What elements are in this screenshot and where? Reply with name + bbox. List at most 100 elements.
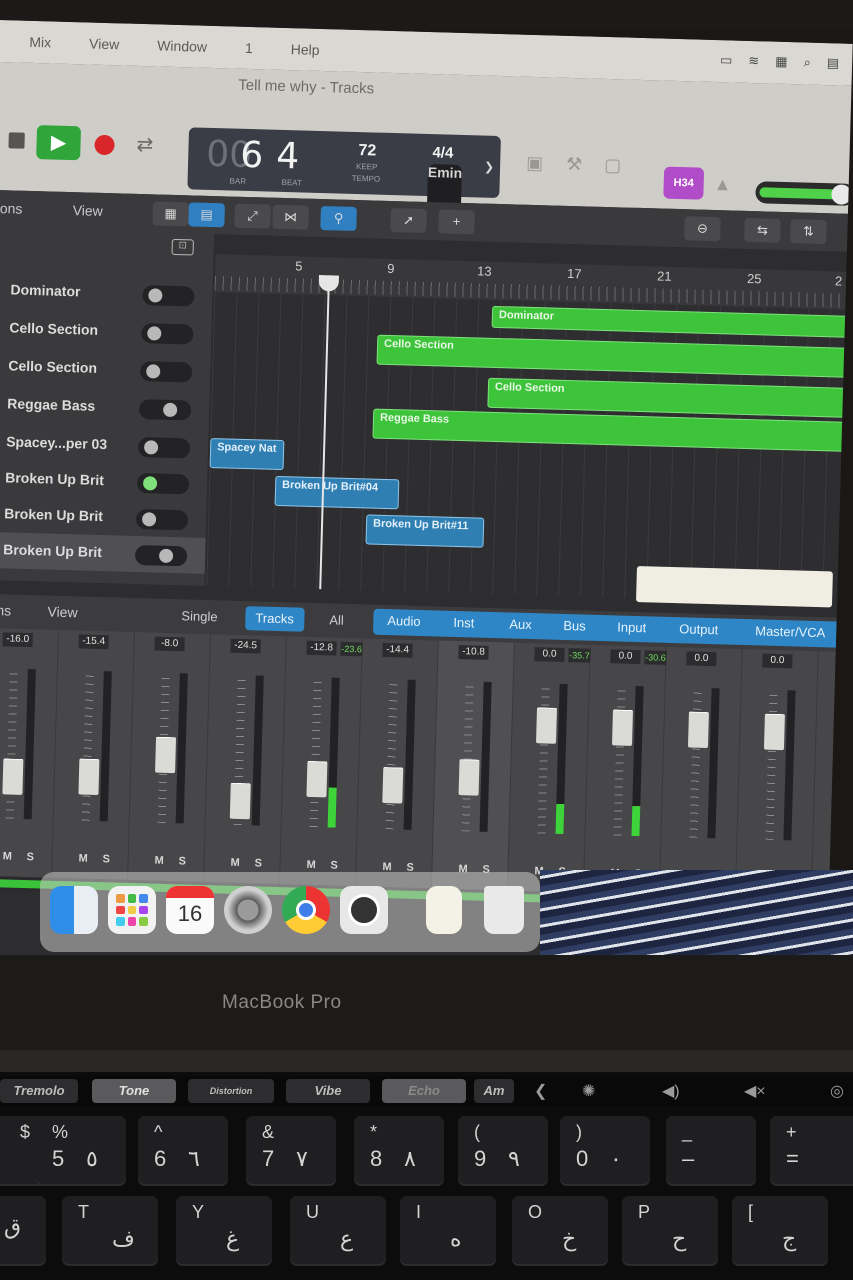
pointer-tool-button[interactable]: ➚	[390, 207, 427, 233]
edit-menu[interactable]: ions	[0, 200, 23, 217]
region[interactable]: Broken Up Brit#04	[274, 475, 400, 510]
count-in-icon[interactable]: ▢	[604, 155, 622, 176]
search-icon[interactable]: ⌕	[803, 54, 811, 70]
track-on-toggle[interactable]	[135, 508, 189, 531]
siri-icon[interactable]: ◎	[830, 1081, 844, 1101]
volume-readout[interactable]: -8.0	[154, 636, 185, 652]
zoom-button[interactable]: ⊖	[684, 216, 721, 242]
track-row[interactable]: Cello Section	[0, 310, 212, 352]
keyboard-key[interactable]: ( 9 ٩	[458, 1116, 548, 1186]
logic-pro-icon[interactable]	[340, 886, 388, 934]
filter-inst[interactable]: Inst	[453, 615, 474, 631]
volume-fader[interactable]	[306, 760, 328, 798]
launchpad-icon[interactable]	[108, 886, 156, 934]
menu-view[interactable]: View	[89, 36, 120, 53]
mute-button[interactable]: M	[154, 855, 164, 867]
list-editor-icon[interactable]: ▣	[526, 153, 544, 174]
keyboard-key[interactable]: % 5 ٥	[36, 1116, 126, 1186]
vertical-zoom-button[interactable]: ⇅	[790, 219, 827, 245]
master-volume-slider[interactable]	[755, 181, 853, 206]
track-row[interactable]: Cello Section	[0, 348, 211, 390]
track-on-toggle[interactable]	[141, 323, 194, 345]
touchbar-tremolo[interactable]: Tremolo	[0, 1079, 78, 1103]
view-menu[interactable]: View	[72, 202, 103, 219]
volume-readout[interactable]: 0.0	[762, 653, 793, 669]
keyboard-key[interactable]: _ –	[666, 1116, 756, 1186]
volume-fader[interactable]	[382, 766, 404, 804]
volume-readout[interactable]: 0.0	[686, 651, 717, 667]
tuner-icon[interactable]: ⚒	[566, 154, 583, 175]
volume-readout[interactable]: 0.0	[610, 649, 641, 665]
stop-button[interactable]	[8, 132, 25, 149]
waveform-zoom-button[interactable]: ⇆	[744, 217, 781, 243]
menu-help[interactable]: Help	[291, 41, 320, 58]
filter-master-vca[interactable]: Master/VCA	[755, 623, 825, 640]
track-row[interactable]: Spacey...per 03	[0, 424, 209, 466]
track-header-icon[interactable]: ⊡	[171, 238, 194, 256]
solo-button[interactable]: S	[178, 855, 186, 867]
volume-fader[interactable]	[78, 758, 100, 796]
document-icon[interactable]	[426, 886, 462, 934]
touchbar-echo[interactable]: Echo	[382, 1079, 466, 1103]
keyboard-key[interactable]: U ع	[290, 1196, 386, 1266]
catch-button[interactable]: ⚲	[320, 206, 357, 232]
filter-aux[interactable]: Aux	[509, 616, 532, 632]
filter-output[interactable]: Output	[679, 621, 718, 637]
menu-mix[interactable]: Mix	[29, 34, 51, 51]
volume-readout[interactable]: 0.0	[534, 647, 565, 663]
volume-readout[interactable]: -16.0	[2, 632, 33, 648]
cycle-button[interactable]: ⇄	[136, 132, 153, 157]
track-on-toggle[interactable]	[139, 361, 193, 383]
volume-fader[interactable]	[458, 759, 480, 796]
keyboard-key[interactable]: P ح	[622, 1196, 718, 1266]
track-on-toggle[interactable]	[134, 544, 188, 567]
record-button[interactable]	[94, 134, 115, 156]
track-on-toggle[interactable]	[136, 473, 190, 495]
mixer-view-menu[interactable]: View	[47, 604, 78, 621]
track-row[interactable]: Dominator	[0, 272, 213, 314]
mute-button[interactable]: M	[230, 857, 240, 869]
mute-button[interactable]: M	[78, 853, 88, 865]
keyboard-key[interactable]: O خ	[512, 1196, 608, 1266]
track-row[interactable]: Broken Up Brit	[0, 460, 208, 502]
collapse-chevron-icon[interactable]: ❮	[534, 1081, 547, 1101]
menu-window[interactable]: Window	[157, 37, 207, 54]
user-badge[interactable]: H34	[663, 166, 705, 200]
touchbar-amp[interactable]: Am	[474, 1079, 514, 1103]
keyboard-key[interactable]: * 8 ٨	[354, 1116, 444, 1186]
automation-button[interactable]: ⤢	[234, 203, 271, 229]
touchbar-tone[interactable]: Tone	[92, 1079, 176, 1103]
keyboard-key[interactable]: T ف	[62, 1196, 158, 1266]
volume-fader[interactable]	[536, 707, 558, 744]
flex-button[interactable]: ⋈	[272, 204, 309, 230]
track-on-toggle[interactable]	[137, 437, 191, 459]
keyboard-key[interactable]: Y غ	[176, 1196, 272, 1266]
wifi-icon[interactable]: ≋	[748, 53, 759, 69]
mixer-edit-menu[interactable]: ions	[0, 602, 11, 619]
volume-readout[interactable]: -12.8	[306, 640, 337, 656]
track-on-toggle[interactable]	[138, 399, 192, 421]
volume-fader[interactable]	[611, 709, 633, 746]
region[interactable]: Broken Up Brit#11	[365, 514, 485, 548]
tab-single[interactable]: Single	[171, 604, 228, 630]
volume-readout[interactable]: -15.4	[78, 634, 109, 650]
keyboard-key[interactable]: ) 0 ٠	[560, 1116, 650, 1186]
arrange-area[interactable]: Dominator Cello Section Cello Section Re…	[206, 292, 853, 605]
play-button[interactable]: ▶	[36, 125, 82, 161]
volume-fader[interactable]	[2, 758, 24, 795]
mute-button[interactable]: M	[306, 859, 316, 871]
volume-icon[interactable]: ◀)	[662, 1081, 680, 1101]
brightness-icon[interactable]: ✺	[582, 1081, 595, 1101]
volume-readout[interactable]: -14.4	[382, 642, 413, 658]
solo-button[interactable]: S	[26, 851, 34, 863]
touchbar-vibe[interactable]: Vibe	[286, 1079, 370, 1103]
tab-all[interactable]: All	[319, 608, 354, 633]
touchbar-distortion[interactable]: Distortion	[188, 1079, 274, 1103]
track-row[interactable]: Broken Up Brit	[0, 531, 206, 574]
volume-fader[interactable]	[229, 782, 251, 820]
solo-button[interactable]: S	[330, 860, 338, 872]
keyboard-key[interactable]: ق	[0, 1196, 46, 1266]
track-row[interactable]: Reggae Bass	[0, 386, 210, 428]
system-preferences-icon[interactable]	[224, 886, 272, 934]
trash-icon[interactable]	[484, 886, 524, 934]
